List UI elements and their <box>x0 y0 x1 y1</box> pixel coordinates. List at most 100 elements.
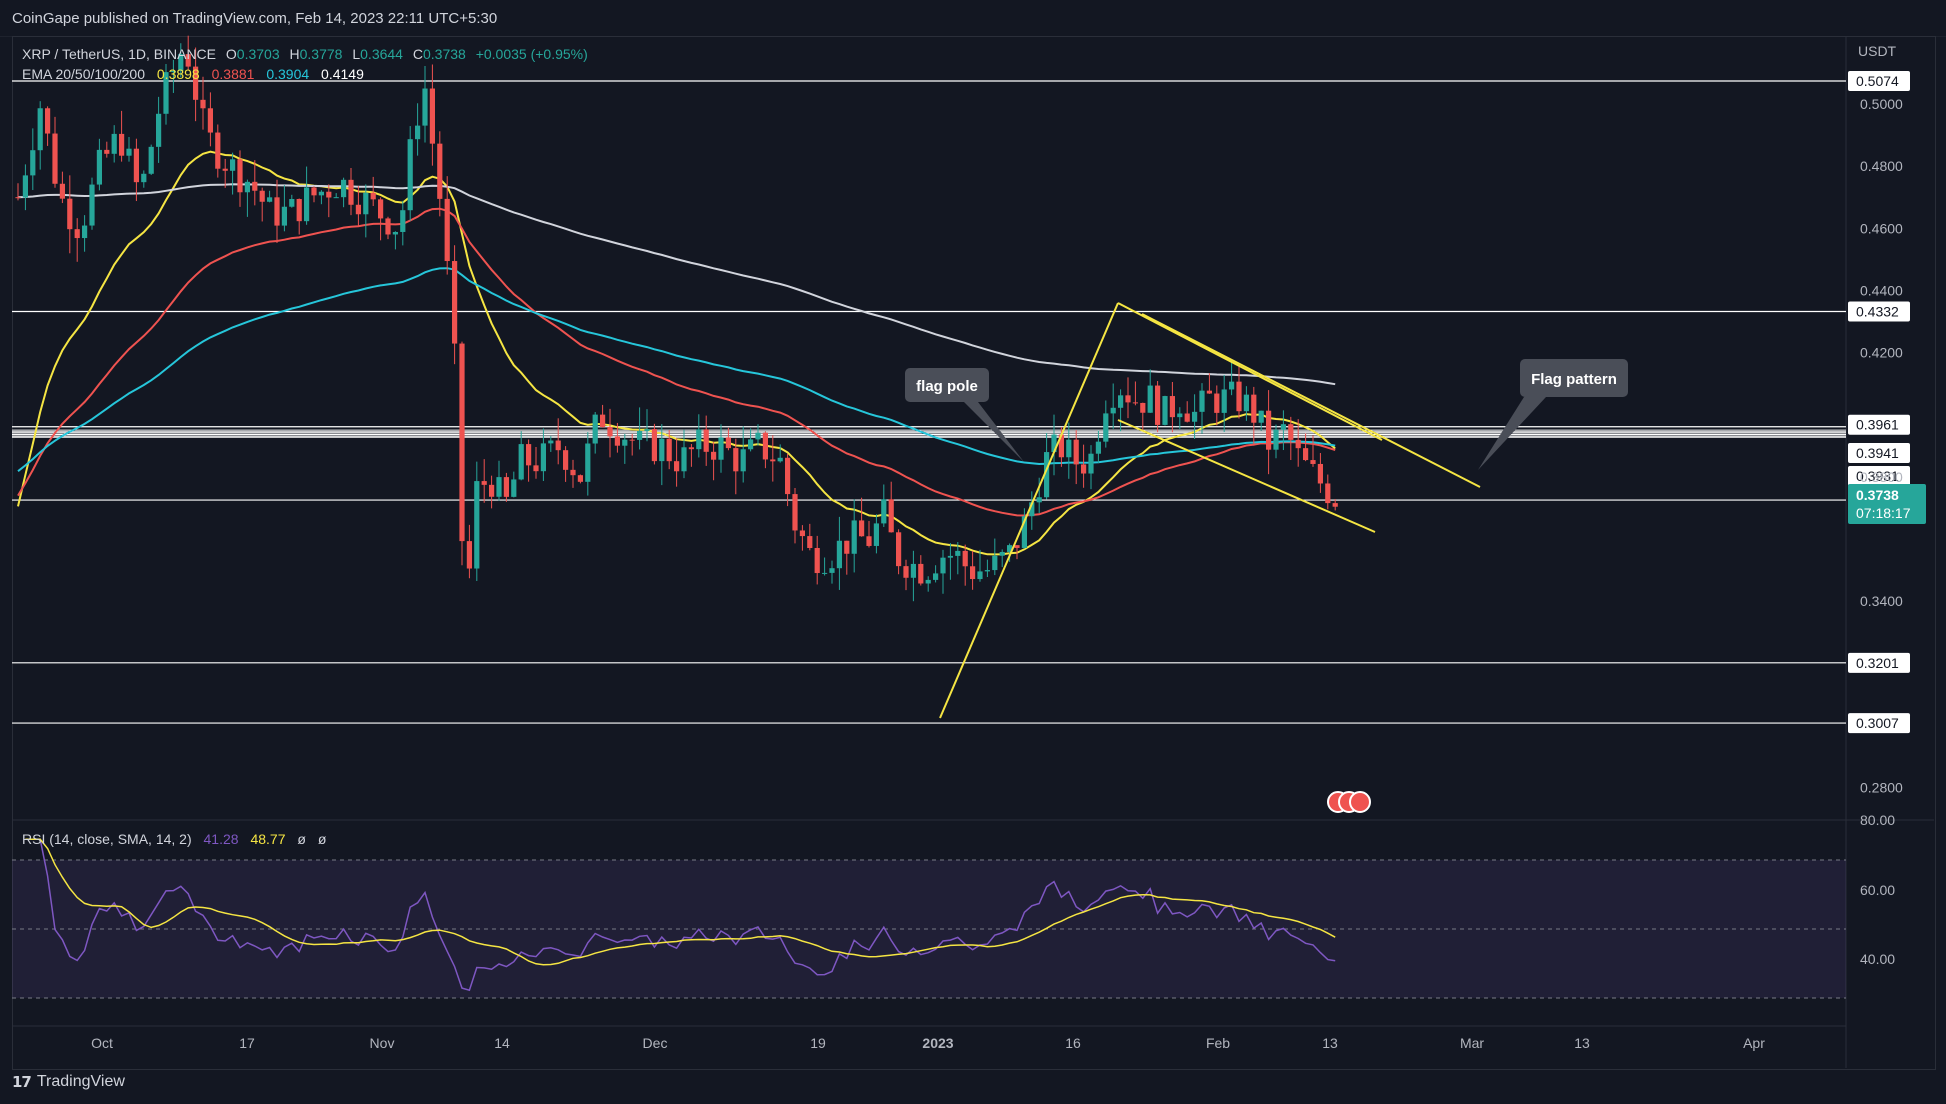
flag-lower-line <box>1117 419 1376 533</box>
candle-body <box>1169 396 1175 418</box>
candle-body <box>207 108 213 133</box>
svg-text:XRP / TetherUS, 1D, BINANCE: XRP / TetherUS, 1D, BINANCE O0.3703 H0.3… <box>22 46 588 62</box>
candle-body <box>873 523 879 546</box>
candle-body <box>740 449 746 472</box>
candle-body <box>400 210 406 232</box>
candle-body <box>526 444 532 466</box>
low-value: 0.3644 <box>360 46 403 62</box>
candle-body <box>918 563 924 584</box>
candle-body <box>1155 385 1161 425</box>
flag-pole-callout[interactable]: flag pole <box>905 368 1024 462</box>
candle-body <box>844 540 850 554</box>
horizontal-levels <box>12 80 1846 724</box>
candle-body <box>711 451 717 460</box>
candle-body <box>733 448 739 472</box>
candle-body <box>977 571 983 580</box>
low-label: L <box>352 46 360 62</box>
candle-body <box>755 432 761 440</box>
candle-body <box>37 108 43 151</box>
ema-lines <box>17 150 1336 556</box>
candle-body <box>15 197 21 199</box>
candle-body <box>859 520 865 537</box>
svg-text:RSI (14, close, SMA, 14, 2): RSI (14, close, SMA, 14, 2) 41.28 48.77 … <box>22 831 327 847</box>
rsi-label: RSI (14, close, SMA, 14, 2) <box>22 831 192 847</box>
candle-body <box>577 475 583 482</box>
ema20-value: 0.3898 <box>157 66 200 82</box>
level-tag-label: 0.3961 <box>1856 417 1899 433</box>
candle-body <box>984 570 990 572</box>
level-tag-label: 0.4332 <box>1856 303 1899 319</box>
candle-body <box>629 439 635 441</box>
events-icons[interactable] <box>1327 791 1371 813</box>
candle-body <box>378 199 384 219</box>
candle-body <box>341 179 347 198</box>
candle-body <box>67 198 73 230</box>
candle-body <box>1036 497 1042 503</box>
price-tick-label: 0.4600 <box>1860 220 1903 236</box>
chart-canvas[interactable]: flag pole Flag pattern 0.5074 0.4332 0.396… <box>0 0 1946 1104</box>
candle-body <box>230 159 236 171</box>
flag-pattern-callout[interactable]: Flag pattern <box>1478 359 1628 470</box>
price-axis[interactable]: 0.50740.43320.39610.39410.39310.37250.32… <box>1848 71 1910 795</box>
candle-body <box>126 148 132 156</box>
candle-body <box>555 440 561 451</box>
symbol-legend[interactable]: XRP / TetherUS, 1D, BINANCE O0.3703 H0.3… <box>22 46 588 82</box>
candle-body <box>215 132 221 169</box>
candle-body <box>318 191 324 196</box>
high-value: 0.3778 <box>300 46 343 62</box>
price-tick-label: 0.4800 <box>1860 158 1903 174</box>
candle-body <box>474 481 480 569</box>
candle-body <box>452 261 458 344</box>
ema200-line <box>17 183 1336 386</box>
change-value: +0.0035 (+0.95%) <box>476 46 588 62</box>
candle-body <box>296 198 302 222</box>
ema200-value: 0.4149 <box>321 66 364 82</box>
candle-body <box>666 438 672 462</box>
candle-body <box>459 343 465 542</box>
time-tick-label: Mar <box>1460 1035 1484 1051</box>
candle-body <box>1162 396 1168 425</box>
candle-body <box>407 139 413 211</box>
candle-body <box>289 198 295 207</box>
candle-body <box>644 429 650 431</box>
candle-body <box>1243 394 1249 412</box>
candle-body <box>947 555 953 558</box>
time-axis[interactable]: Oct 17 Nov 14 Dec 19 2023 16 Feb 13 Mar 13 Apr <box>91 1035 1765 1051</box>
candle-body <box>1118 395 1124 408</box>
candle-body <box>45 108 51 134</box>
candle-body <box>355 204 361 215</box>
candle-body <box>429 88 435 144</box>
candle-body <box>533 465 539 472</box>
candle-body <box>244 181 250 193</box>
flag-pole-line <box>939 302 1119 719</box>
candle-body <box>799 530 805 537</box>
candle-body <box>148 146 154 174</box>
current-price-tag: 0.3738 07:18:17 <box>1848 484 1926 524</box>
rsi-extra-1: ø <box>297 831 306 847</box>
candle-body <box>622 439 628 446</box>
candle-body <box>1177 413 1183 418</box>
candle-body <box>703 429 709 452</box>
candle-body <box>881 499 887 524</box>
level-tag-label: 0.3201 <box>1856 655 1899 671</box>
ema50-value: 0.3881 <box>212 66 255 82</box>
candle-body <box>1095 441 1101 454</box>
candle-body <box>82 225 88 239</box>
candle-body <box>681 447 687 472</box>
candle-body <box>74 229 80 239</box>
candle-body <box>333 197 339 199</box>
candle-body <box>1081 464 1087 474</box>
tradingview-brand: TradingView <box>36 1073 125 1090</box>
candle-body <box>511 479 517 497</box>
time-tick-label: 13 <box>1322 1035 1338 1051</box>
level-tag-label: 0.3941 <box>1856 445 1899 461</box>
tradingview-logo[interactable]: 17 TradingView <box>12 1073 125 1091</box>
candle-body <box>222 168 228 171</box>
rsi-legend[interactable]: RSI (14, close, SMA, 14, 2) 41.28 48.77 … <box>22 831 327 847</box>
candle-body <box>252 181 258 191</box>
price-tick-label: 0.4400 <box>1860 282 1903 298</box>
candle-body <box>696 429 702 450</box>
candle-body <box>96 149 102 185</box>
candle-body <box>370 192 376 200</box>
time-tick-label: Nov <box>370 1035 395 1051</box>
